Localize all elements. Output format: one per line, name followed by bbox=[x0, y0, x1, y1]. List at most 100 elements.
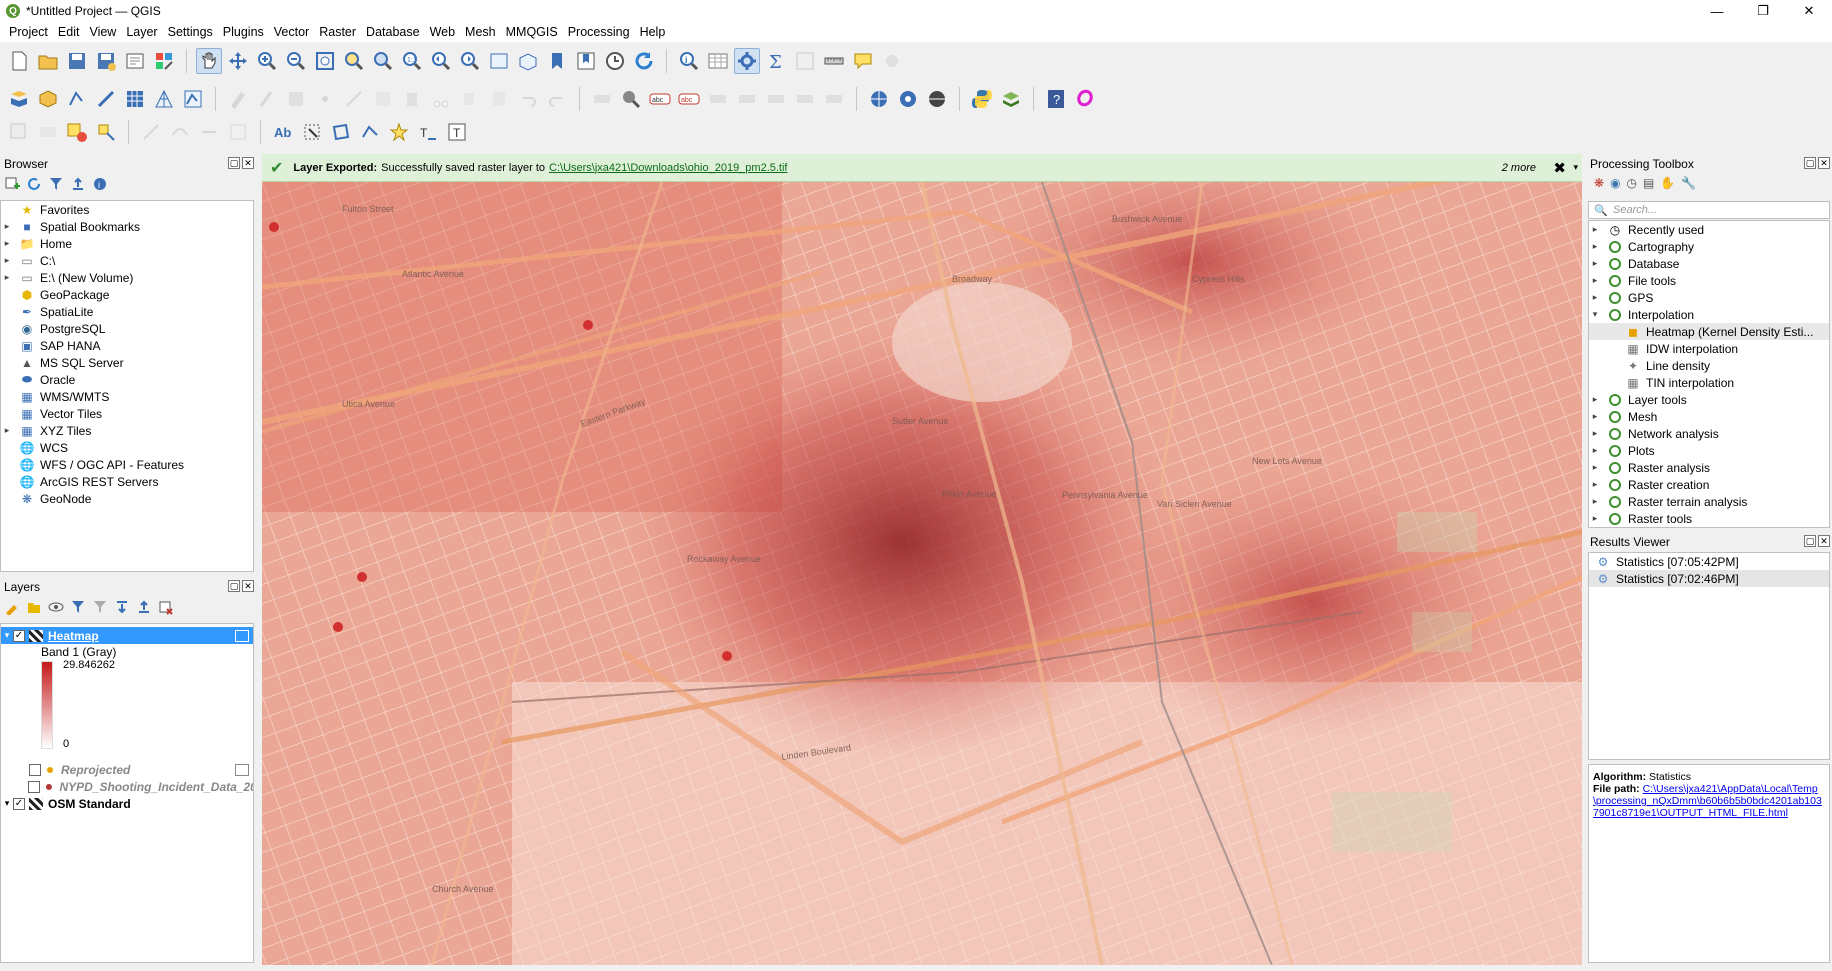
filter-by-expression-icon[interactable] bbox=[92, 599, 108, 618]
toolbox-group-raster-analysis[interactable]: ▸ Raster analysis bbox=[1589, 459, 1829, 476]
chevron-down-icon[interactable]: ▾ bbox=[1573, 162, 1578, 173]
browser-item-sap-hana[interactable]: ▣ SAP HANA bbox=[1, 337, 253, 354]
remove-layer-icon[interactable] bbox=[158, 599, 174, 618]
layer-reprojected[interactable]: Reprojected bbox=[1, 761, 253, 778]
processing-toolbox-icon[interactable] bbox=[734, 48, 760, 74]
zoom-out-icon[interactable] bbox=[283, 48, 309, 74]
float-panel-icon[interactable]: ▢ bbox=[1804, 535, 1816, 547]
help-icon[interactable]: ? bbox=[1043, 86, 1069, 112]
select-features-icon[interactable] bbox=[6, 119, 32, 145]
polygon-annotation-icon[interactable] bbox=[328, 119, 354, 145]
toolbox-group-mesh[interactable]: ▸ Mesh bbox=[1589, 408, 1829, 425]
deselect-all-icon[interactable] bbox=[64, 119, 90, 145]
browser-item-favorites[interactable]: ★ Favorites bbox=[1, 201, 253, 218]
show-hide-labels-icon[interactable] bbox=[734, 86, 760, 112]
temporal-controller-icon[interactable] bbox=[602, 48, 628, 74]
layer-visibility-checkbox[interactable]: ✓ bbox=[13, 797, 25, 810]
identify-features-icon[interactable]: i bbox=[676, 48, 702, 74]
float-panel-icon[interactable]: ▢ bbox=[1804, 157, 1816, 169]
offset-curve-icon[interactable] bbox=[167, 119, 193, 145]
line-annotation-icon[interactable] bbox=[357, 119, 383, 145]
toggle-editing-icon[interactable] bbox=[254, 86, 280, 112]
filter-browser-icon[interactable] bbox=[48, 176, 64, 192]
plugin-layers-icon[interactable] bbox=[998, 86, 1024, 112]
add-selected-layers-icon[interactable] bbox=[4, 176, 20, 192]
toolbox-group-interpolation[interactable]: ▾ Interpolation bbox=[1589, 306, 1829, 323]
toolbox-group-plots[interactable]: ▸ Plots bbox=[1589, 442, 1829, 459]
move-label-icon[interactable] bbox=[763, 86, 789, 112]
new-temporary-layer-icon[interactable] bbox=[93, 86, 119, 112]
redo-icon[interactable] bbox=[544, 86, 570, 112]
zoom-to-layer-icon[interactable] bbox=[370, 48, 396, 74]
close-window-icon[interactable]: ✕ bbox=[1786, 0, 1832, 22]
properties-icon[interactable]: i bbox=[92, 176, 108, 192]
select-location-icon[interactable] bbox=[93, 119, 119, 145]
style-manager-icon[interactable] bbox=[151, 48, 177, 74]
paste-features-icon[interactable] bbox=[486, 86, 512, 112]
refresh-browser-icon[interactable] bbox=[26, 176, 42, 192]
browser-item-wcs[interactable]: 🌐 WCS bbox=[1, 439, 253, 456]
layer-heatmap[interactable]: ▾ ✓ Heatmap bbox=[1, 627, 253, 644]
label-abc-red-icon[interactable]: abc bbox=[676, 86, 702, 112]
layer-indicator-icon[interactable] bbox=[235, 763, 249, 776]
digitize-icon[interactable] bbox=[312, 86, 338, 112]
menu-edit[interactable]: Edit bbox=[53, 25, 85, 39]
zoom-next-icon[interactable] bbox=[457, 48, 483, 74]
dismiss-message-icon[interactable]: ✖ bbox=[1553, 159, 1566, 177]
layer-labeling-icon[interactable] bbox=[618, 86, 644, 112]
toolbox-group-network-analysis[interactable]: ▸ Network analysis bbox=[1589, 425, 1829, 442]
collapse-all-layers-icon[interactable] bbox=[136, 599, 152, 618]
menu-settings[interactable]: Settings bbox=[163, 25, 218, 39]
menu-project[interactable]: Project bbox=[4, 25, 53, 39]
edit-features-in-place-icon[interactable]: ✋ bbox=[1660, 176, 1675, 190]
layer-styling-icon[interactable] bbox=[4, 599, 20, 618]
close-panel-icon[interactable]: ✕ bbox=[1818, 535, 1830, 547]
menu-web[interactable]: Web bbox=[425, 25, 460, 39]
toolbox-alg-tin[interactable]: ▦ TIN interpolation bbox=[1589, 374, 1829, 391]
toolbox-group-recently-used[interactable]: ▸ ◷ Recently used bbox=[1589, 221, 1829, 238]
change-label-icon[interactable] bbox=[821, 86, 847, 112]
browser-item-geonode[interactable]: ❋ GeoNode bbox=[1, 490, 253, 507]
options-icon[interactable]: 🔧 bbox=[1681, 176, 1696, 190]
add-group-icon[interactable] bbox=[26, 599, 42, 618]
statistical-summary-icon[interactable]: Σ bbox=[763, 48, 789, 74]
add-raster-icon[interactable] bbox=[122, 86, 148, 112]
digitize-shape-icon[interactable] bbox=[138, 119, 164, 145]
save-as-icon[interactable] bbox=[93, 48, 119, 74]
map-tips-icon[interactable] bbox=[850, 48, 876, 74]
save-project-icon[interactable] bbox=[64, 48, 90, 74]
add-wms-layer-icon[interactable] bbox=[866, 86, 892, 112]
browser-item-geopackage[interactable]: ⬢ GeoPackage bbox=[1, 286, 253, 303]
print-layout-icon[interactable] bbox=[122, 48, 148, 74]
toolbox-group-gps[interactable]: ▸ GPS bbox=[1589, 289, 1829, 306]
add-vector-icon[interactable] bbox=[180, 86, 206, 112]
toolbox-search-input[interactable]: Search... bbox=[1588, 201, 1830, 219]
split-features-icon[interactable] bbox=[196, 119, 222, 145]
toolbox-group-file-tools[interactable]: ▸ File tools bbox=[1589, 272, 1829, 289]
toolbox-alg-idw[interactable]: ▦ IDW interpolation bbox=[1589, 340, 1829, 357]
browser-item-vector-tiles[interactable]: ▦ Vector Tiles bbox=[1, 405, 253, 422]
lasso-icon[interactable] bbox=[1072, 86, 1098, 112]
browser-item-mssql[interactable]: ▲ MS SQL Server bbox=[1, 354, 253, 371]
undo-icon[interactable] bbox=[515, 86, 541, 112]
select-by-value-icon[interactable] bbox=[35, 119, 61, 145]
cut-features-icon[interactable] bbox=[428, 86, 454, 112]
select-annotation-icon[interactable] bbox=[299, 119, 325, 145]
current-edits-icon[interactable] bbox=[225, 86, 251, 112]
pan-map-icon[interactable] bbox=[196, 48, 222, 74]
result-item[interactable]: ⚙ Statistics [07:02:46PM] bbox=[1589, 570, 1829, 587]
vertex-tool-icon[interactable] bbox=[341, 86, 367, 112]
save-edits-icon[interactable] bbox=[283, 86, 309, 112]
results-viewer-icon[interactable]: ▤ bbox=[1643, 176, 1654, 190]
annotation-icon[interactable] bbox=[879, 48, 905, 74]
browser-item-c-drive[interactable]: ▸ ▭ C:\ bbox=[1, 252, 253, 269]
refresh-icon[interactable] bbox=[631, 48, 657, 74]
measure-icon[interactable] bbox=[821, 48, 847, 74]
menu-mmqgis[interactable]: MMQGIS bbox=[501, 25, 563, 39]
toolbox-group-database[interactable]: ▸ Database bbox=[1589, 255, 1829, 272]
browser-item-home[interactable]: ▸ 📁 Home bbox=[1, 235, 253, 252]
more-messages-label[interactable]: 2 more bbox=[1502, 162, 1536, 174]
new-shapefile-layer-icon[interactable] bbox=[64, 86, 90, 112]
modify-attributes-icon[interactable] bbox=[370, 86, 396, 112]
add-wfs-layer-icon[interactable] bbox=[924, 86, 950, 112]
